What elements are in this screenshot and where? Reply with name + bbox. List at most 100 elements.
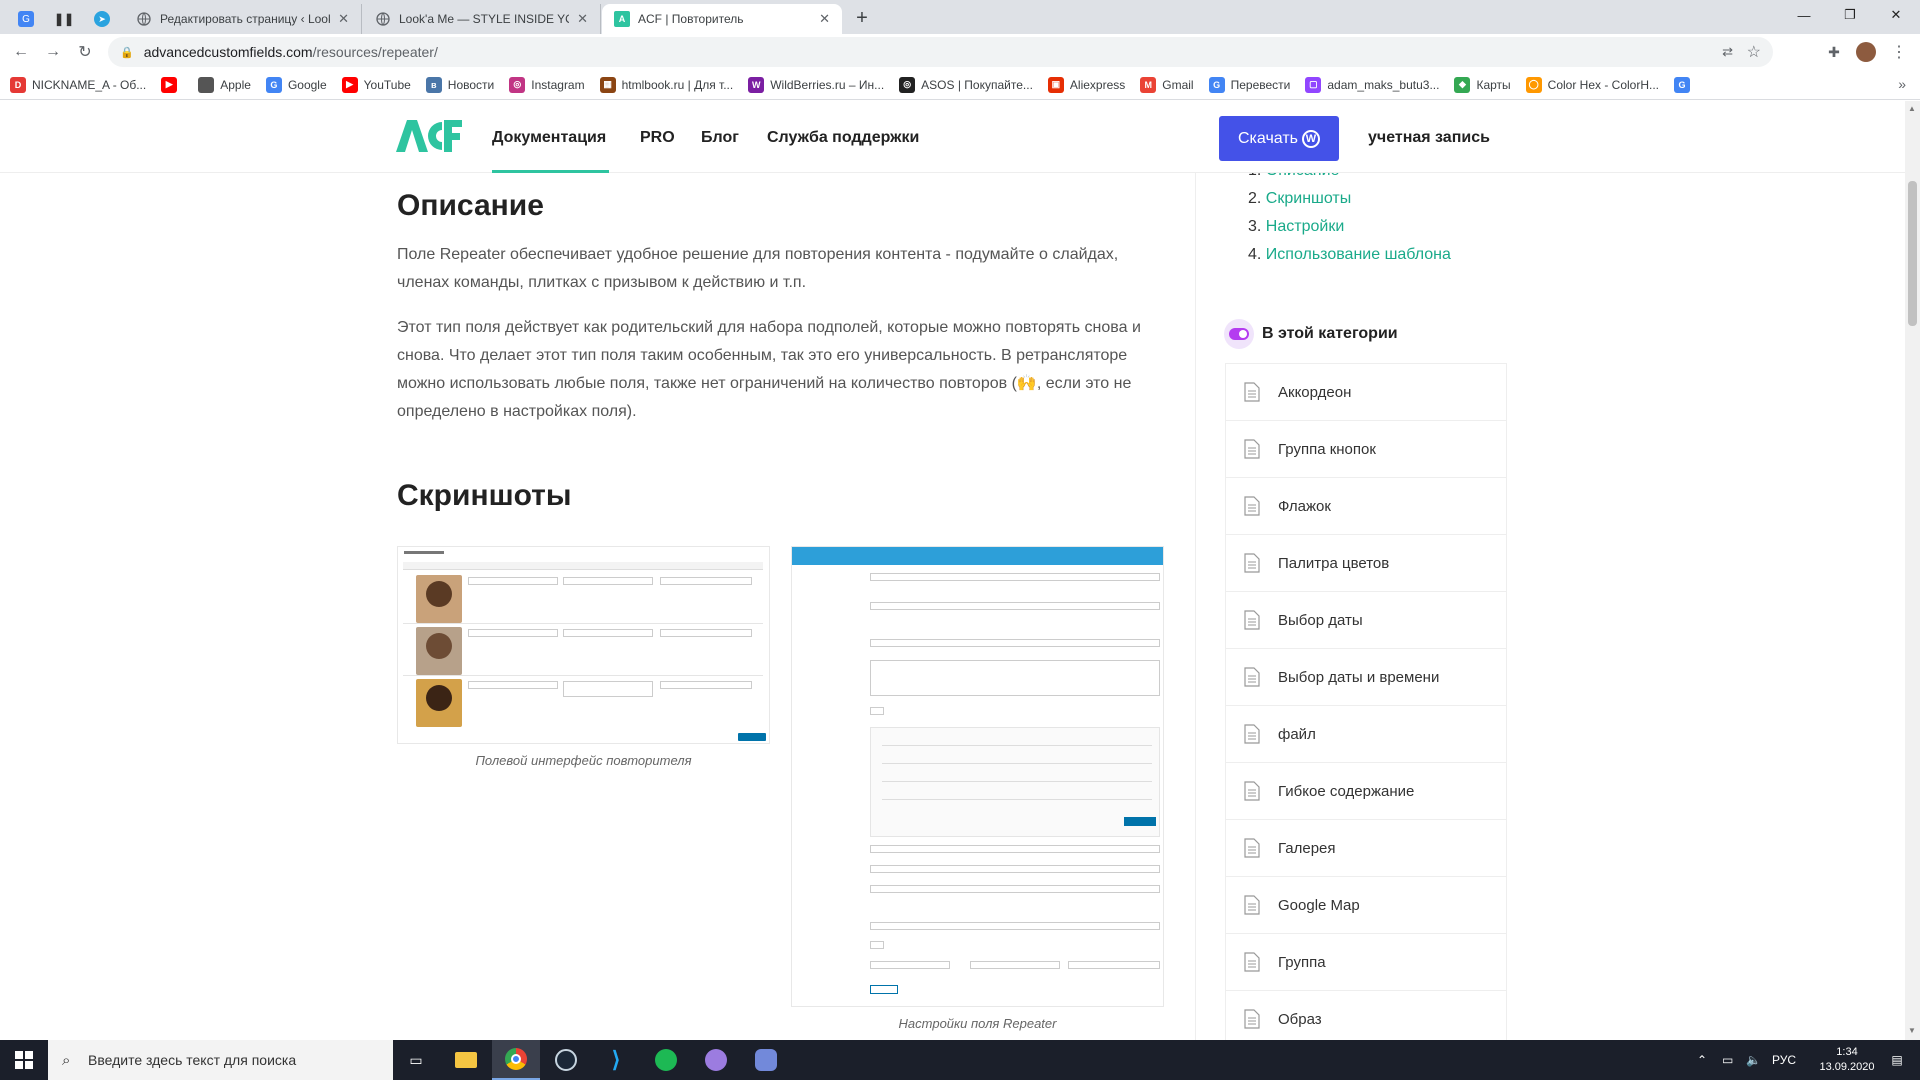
pinned-tab-translate[interactable]: G [8,5,44,33]
category-item[interactable]: Галерея [1225,820,1507,877]
toc-link[interactable]: Использование шаблона [1266,246,1451,263]
category-item[interactable]: Палитра цветов [1225,535,1507,592]
category-item[interactable]: Группа [1225,934,1507,991]
scroll-up-arrow-icon[interactable]: ▲ [1908,104,1916,113]
nav-docs[interactable]: Документация [492,129,606,147]
profile-avatar[interactable] [1856,42,1876,62]
input-language[interactable]: РУС [1772,1040,1796,1080]
toc-link[interactable]: Настройки [1266,218,1344,235]
nav-blog[interactable]: Блог [701,129,739,147]
tab-acf-repeater[interactable]: A ACF | Повторитель ✕ [602,4,842,34]
new-tab-button[interactable]: + [850,6,874,30]
taskbar-chrome[interactable] [492,1040,540,1080]
reload-button[interactable]: ↻ [72,40,98,64]
bookmark-item[interactable]: ◯ Color Hex - ColorH... [1525,76,1659,93]
nav-active-indicator [492,170,609,173]
download-button[interactable]: Скачать W [1219,116,1339,161]
bookmark-item[interactable]: W WildBerries.ru – Ин... [748,76,884,93]
pinned-tab-telegram[interactable]: ➤ [84,5,120,33]
restore-button[interactable]: ❐ [1827,0,1873,30]
bookmarks-overflow-button[interactable]: » [1898,76,1906,92]
bookmark-item[interactable]: Apple [198,76,251,93]
tray-overflow-icon[interactable]: ⌃ [1697,1040,1707,1080]
close-tab-icon[interactable]: ✕ [819,11,830,27]
bookmark-item[interactable]: G Перевести [1208,76,1291,93]
page-scrollbar[interactable]: ▲ ▼ [1905,101,1920,1040]
bookmark-label: Перевести [1230,77,1291,92]
bookmark-item[interactable]: G Google [265,76,327,93]
bookmark-item[interactable]: в Новости [425,76,494,93]
category-item-label: Галерея [1278,839,1336,857]
category-item[interactable]: Выбор даты [1225,592,1507,649]
network-icon[interactable]: ▭ [1722,1040,1733,1080]
taskbar-discord[interactable] [742,1040,790,1080]
taskbar-spotify[interactable] [642,1040,690,1080]
repeater-settings-screenshot[interactable] [791,546,1164,1007]
category-header: В этой категории [1224,319,1398,349]
toc-item[interactable]: 4. Использование шаблона [1248,246,1451,264]
category-item[interactable]: Группа кнопок [1225,421,1507,478]
bookmark-item[interactable]: G [1674,76,1696,93]
bookmark-item[interactable]: D NICKNAME_A - Об... [10,76,146,93]
bookmark-item[interactable]: ▶ YouTube [341,76,411,93]
bookmark-item[interactable]: ▦ htmlbook.ru | Для т... [599,76,733,93]
clock-time: 1:34 [1836,1046,1858,1058]
bookmark-item[interactable]: ◎ Instagram [509,76,585,93]
task-view-icon: ▭ [409,1051,423,1068]
bookmark-favicon-icon: G [1674,76,1691,93]
pinned-tab-pause[interactable]: ❚❚ [46,5,82,33]
address-bar[interactable]: 🔒 advancedcustomfields.com/resources/rep… [108,37,1773,67]
close-tab-icon[interactable]: ✕ [577,11,588,27]
toc-item[interactable]: 3. Настройки [1248,218,1344,236]
category-item[interactable]: Аккордеон [1225,364,1507,421]
bookmark-item[interactable]: M Gmail [1140,76,1194,93]
category-item[interactable]: Образ [1225,991,1507,1040]
translate-page-icon[interactable]: ⇄ [1722,44,1733,60]
action-center-icon[interactable]: ▤ [1882,1040,1912,1080]
close-window-button[interactable]: ✕ [1873,0,1919,30]
spotify-icon [655,1049,677,1071]
category-item[interactable]: файл [1225,706,1507,763]
nav-support[interactable]: Служба поддержки [767,129,919,147]
bookmark-item[interactable]: ▢ adam_maks_butu3... [1305,76,1439,93]
taskbar-twitch-app[interactable] [692,1040,740,1080]
acf-logo[interactable] [396,120,462,157]
toc-link[interactable]: Скриншоты [1266,190,1351,207]
taskbar-explorer[interactable] [442,1040,490,1080]
back-button[interactable]: ← [8,40,34,64]
volume-icon[interactable]: 🔈 [1746,1040,1761,1080]
category-item[interactable]: Флажок [1225,478,1507,535]
toggle-icon [1224,319,1254,349]
taskbar-search[interactable]: ⌕ Введите здесь текст для поиска [48,1040,393,1080]
puzzle-icon: ✚ [1828,43,1840,60]
clock[interactable]: 1:34 13.09.2020 [1812,1040,1882,1080]
url-host: advancedcustomfields.com [143,44,313,60]
toc-item[interactable]: 2. Скриншоты [1248,190,1351,208]
category-item[interactable]: Гибкое содержание [1225,763,1507,820]
nav-pro[interactable]: PRO [640,129,675,147]
forward-button[interactable]: → [40,40,66,64]
minimize-button[interactable]: — [1781,0,1827,30]
taskbar-vscode[interactable]: ⟩ [592,1040,640,1080]
scrollbar-thumb[interactable] [1908,181,1917,326]
start-button[interactable] [0,1040,48,1080]
category-item[interactable]: Выбор даты и времени [1225,649,1507,706]
category-item[interactable]: Google Map [1225,877,1507,934]
close-tab-icon[interactable]: ✕ [338,11,349,27]
scroll-down-arrow-icon[interactable]: ▼ [1908,1026,1916,1035]
bookmark-item[interactable]: ▣ Aliexpress [1047,76,1125,93]
browser-menu-button[interactable]: ⋮ [1886,40,1912,64]
taskbar-steam[interactable] [542,1040,590,1080]
bookmark-item[interactable]: ▶ [161,76,183,93]
account-link[interactable]: учетная запись [1368,129,1490,147]
tab-edit-page[interactable]: Редактировать страницу ‹ Look ✕ [124,4,362,34]
bookmark-item[interactable]: ◆ Карты [1454,76,1511,93]
repeater-interface-screenshot[interactable] [397,546,770,744]
tab-looka-me[interactable]: Look'a Me — STYLE INSIDE YOU ✕ [363,4,601,34]
extensions-button[interactable]: ✚ [1821,40,1847,64]
task-view-button[interactable]: ▭ [392,1040,440,1080]
lock-icon: 🔒 [120,46,134,59]
globe-icon [136,11,152,27]
bookmark-item[interactable]: ◎ ASOS | Покупайте... [899,76,1033,93]
star-icon[interactable]: ☆ [1747,42,1761,62]
